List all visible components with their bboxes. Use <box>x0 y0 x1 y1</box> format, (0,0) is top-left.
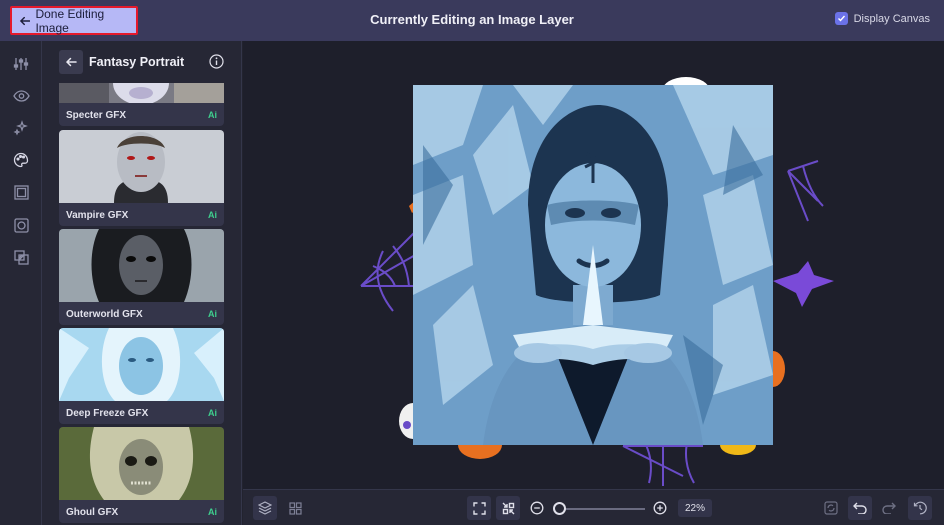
effect-card-label: Vampire GFX <box>66 210 129 221</box>
zoom-in-icon <box>653 501 667 515</box>
effect-thumbnail <box>59 427 224 500</box>
layers-icon <box>258 501 272 515</box>
history-button[interactable] <box>908 496 932 520</box>
display-canvas-label: Display Canvas <box>853 12 930 25</box>
frame-icon[interactable] <box>12 183 30 201</box>
ai-badge: Ai <box>208 110 217 120</box>
effect-thumbnail <box>59 130 224 203</box>
undo-button[interactable] <box>848 496 872 520</box>
effect-card-label: Outerworld GFX <box>66 309 143 320</box>
done-editing-label: Done Editing Image <box>35 6 105 35</box>
page-title: Currently Editing an Image Layer <box>370 12 574 27</box>
zoom-in-button[interactable] <box>648 496 672 520</box>
effect-card-outerworld[interactable]: Outerworld GFX Ai <box>59 229 224 325</box>
arrow-left-icon <box>65 57 77 67</box>
tool-rail <box>0 41 42 525</box>
info-icon[interactable] <box>209 54 224 69</box>
effect-card-label: Specter GFX <box>66 110 127 121</box>
expand-icon <box>472 501 486 515</box>
zoom-slider-handle[interactable] <box>553 502 566 515</box>
arrow-left-icon <box>19 16 31 25</box>
rotate-button[interactable] <box>819 496 843 520</box>
eye-icon[interactable] <box>12 87 30 105</box>
done-editing-image-button[interactable]: Done Editing Image <box>10 6 138 35</box>
fit-to-screen-button[interactable] <box>467 496 491 520</box>
adjust-sliders-icon[interactable] <box>12 55 30 73</box>
display-canvas-toggle[interactable]: Display Canvas <box>834 12 930 25</box>
checkmark-icon <box>837 15 845 22</box>
panel-back-button[interactable] <box>59 50 83 74</box>
overlay-icon[interactable] <box>12 248 30 266</box>
mask-icon[interactable] <box>12 216 30 234</box>
magic-sparkle-icon[interactable] <box>12 119 30 137</box>
redo-button[interactable] <box>877 496 901 520</box>
shrink-to-fit-button[interactable] <box>496 496 520 520</box>
redo-icon <box>882 502 896 514</box>
effect-card-label: Ghoul GFX <box>66 507 119 518</box>
panel-header: Fantasy Portrait <box>42 41 241 83</box>
layers-button[interactable] <box>253 496 277 520</box>
effect-card-deep-freeze[interactable]: Deep Freeze GFX Ai <box>59 328 224 424</box>
ai-badge: Ai <box>208 408 217 418</box>
effect-thumbnail <box>59 328 224 401</box>
canvas-area[interactable] <box>243 41 944 489</box>
grid-view-button[interactable] <box>283 496 307 520</box>
grid-icon <box>288 501 302 515</box>
bottom-toolbar: 22% <box>243 489 944 525</box>
zoom-slider-track[interactable] <box>563 508 645 510</box>
display-canvas-checkbox[interactable] <box>834 12 848 25</box>
ai-badge: Ai <box>208 210 217 220</box>
ai-badge: Ai <box>208 309 217 319</box>
effect-card-label: Deep Freeze GFX <box>66 408 149 419</box>
shrink-icon <box>502 502 514 514</box>
palette-icon[interactable] <box>12 151 30 169</box>
refresh-icon <box>824 501 838 515</box>
effect-thumbnail <box>59 229 224 302</box>
ai-badge: Ai <box>208 507 217 517</box>
history-icon <box>913 501 927 515</box>
panel-title: Fantasy Portrait <box>89 55 185 69</box>
top-bar: Done Editing Image Currently Editing an … <box>0 0 944 41</box>
effects-panel: Specter GFX Ai Vampire GFX Ai Outerworld… <box>42 41 242 525</box>
zoom-level[interactable]: 22% <box>678 499 712 517</box>
effect-card-vampire[interactable]: Vampire GFX Ai <box>59 130 224 226</box>
zoom-out-icon <box>530 501 544 515</box>
edited-image-layer[interactable] <box>413 85 773 445</box>
undo-icon <box>853 502 867 514</box>
effect-card-ghoul[interactable]: Ghoul GFX Ai <box>59 427 224 523</box>
zoom-out-button[interactable] <box>525 496 549 520</box>
